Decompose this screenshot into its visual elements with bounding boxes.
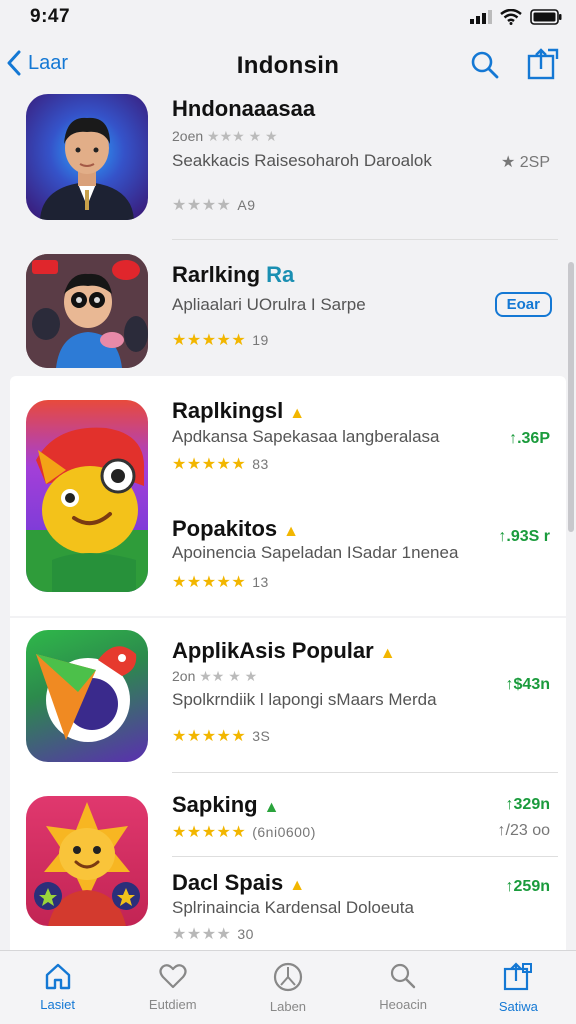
app-title-text: Dacl Spais (172, 870, 284, 895)
rating-stars: ★★★★★ (6ni0600) (172, 824, 316, 841)
tab-lasiet[interactable]: Lasiet (8, 951, 108, 1024)
list-item[interactable]: Hndonaaasaa 2oen ★★★ ★ ★ Seakkacis Raise… (10, 84, 566, 240)
rating-count: 13 (252, 574, 269, 590)
app-price[interactable]: ↑.93S r (498, 528, 550, 546)
app-icon (26, 254, 148, 368)
app-title-text: ApplikAsis Popular (172, 638, 374, 663)
share-icon (527, 48, 559, 80)
wifi-icon (500, 9, 522, 25)
app-price[interactable]: ↑329n (506, 796, 550, 814)
get-button[interactable]: Eoar (494, 292, 552, 317)
app-price[interactable]: ↑$43n (506, 676, 550, 694)
heart-icon (159, 964, 187, 989)
rating-stars: ★★★★★ 3S (172, 728, 271, 745)
status-time: 9:47 (30, 6, 71, 27)
rating-stars: ★★★★★ 13 (172, 574, 269, 591)
app-title: Raplkingsl ▲ (172, 398, 305, 424)
share-icon (504, 962, 533, 991)
row-divider (172, 772, 558, 773)
tab-satiwa[interactable]: Satiwa (468, 951, 568, 1024)
app-price[interactable]: ↑259n (506, 878, 550, 896)
app-meta-text: 2on (172, 668, 196, 684)
crown-icon: ▲ (379, 645, 396, 662)
tree-icon: ▲ (263, 799, 280, 816)
app-title-text: Sapking (172, 792, 258, 817)
signal-icon (470, 10, 492, 24)
app-icon (26, 630, 148, 762)
search-icon (471, 51, 499, 79)
app-title: Rarlking Ra (172, 262, 294, 288)
person-icon (40, 117, 134, 220)
app-icon (26, 94, 148, 220)
list-item[interactable]: Sapking ▲ ★★★★★ (6ni0600) ↑329n ↑/23 oo (10, 776, 566, 856)
list-item[interactable]: Rarlking Ra Apliaalari UOrulra I Sarpe ★… (10, 240, 566, 376)
tab-bar: Lasiet Eutdiem Laben Heoacin Satiwa (0, 950, 576, 1024)
app-subtitle: Apoinencia Sapeladan ISadar 1nenea (172, 543, 459, 562)
rating-count: 83 (252, 456, 269, 472)
app-price[interactable]: ★ 2SP (501, 152, 550, 172)
rating-count: 3S (252, 728, 271, 744)
app-subtitle: Apdkansa Sapekasaa langberalasa (172, 427, 440, 446)
app-title: Hndonaaasaa (172, 96, 316, 121)
scroll-indicator[interactable] (568, 262, 574, 532)
tab-label: Laben (269, 999, 307, 1014)
tab-label: Eutdiem (148, 997, 197, 1012)
rating-stars: ★★★★ 30 (172, 926, 254, 943)
app-meta: 2oen ★★★ ★ ★ (172, 128, 278, 144)
app-title: Dacl Spais ▲ (172, 870, 305, 896)
nav-share-button[interactable] (526, 47, 560, 86)
list-item[interactable]: Dacl Spais ▲ Splrinaincia Kardensal Doloe… (10, 858, 566, 948)
row-divider (172, 856, 558, 857)
crown-icon: ▲ (289, 405, 306, 422)
app-subtitle: Spolkrndiik l lapongi sMaars Merda (172, 690, 437, 709)
nav-search-button[interactable] (470, 50, 500, 85)
rating-stars: ★★★★ A9 (172, 197, 256, 214)
app-title: Popakitos ▲ (172, 516, 299, 542)
rating-stars: ★★★★★ 19 (172, 332, 269, 349)
tab-label: Heoacin (379, 997, 427, 1012)
rating-stars: ★★★★★ 83 (172, 456, 269, 473)
list-item[interactable]: Popakitos ▲ Apoinencia Sapeladan ISadar 1… (10, 496, 566, 616)
search-icon (391, 963, 416, 989)
chat-bubble-icon (36, 646, 137, 742)
app-price-secondary: ↑/23 oo (497, 822, 550, 839)
app-subtitle: Apliaalari UOrulra I Sarpe (172, 295, 366, 314)
crown-icon: ▲ (283, 523, 299, 540)
compass-icon (273, 962, 303, 992)
app-price[interactable]: ↑.36P (509, 430, 550, 448)
app-title: ApplikAsis Popular ▲ (172, 638, 396, 664)
app-title-text: Raplkingsl (172, 398, 284, 423)
app-title-text: Rarlking (172, 262, 261, 287)
status-bar: 9:47 (0, 0, 576, 34)
app-subtitle: Seakkacis Raisesoharoh Daroalok (172, 151, 432, 170)
rating-count: A9 (237, 197, 256, 213)
home-icon (45, 963, 70, 990)
tab-eutdiem[interactable]: Eutdiem (123, 951, 223, 1024)
status-icons (470, 9, 562, 25)
app-subtitle: Splrinaincia Kardensal Doloeuta (172, 898, 414, 917)
tab-laben[interactable]: Laben (238, 951, 338, 1024)
list-item[interactable]: ApplikAsis Popular ▲ 2on ★★ ★ ★ Spolkrndi… (10, 618, 566, 772)
app-meta-text: 2oen (172, 128, 204, 144)
app-title: Sapking ▲ (172, 792, 279, 818)
tab-label: Satiwa (498, 999, 538, 1014)
app-meta: 2on ★★ ★ ★ (172, 668, 258, 684)
rating-count: 19 (252, 332, 269, 348)
app-title-text: Popakitos (172, 516, 278, 541)
tab-heoacin[interactable]: Heoacin (353, 951, 453, 1024)
kid-icon (26, 254, 148, 368)
rating-count: 30 (237, 926, 254, 942)
battery-icon (530, 9, 562, 25)
rating-count: (6ni0600) (252, 824, 316, 840)
crown-icon: ▲ (289, 877, 306, 894)
app-title-tag: Ra (266, 262, 295, 287)
tab-label: Lasiet (40, 997, 75, 1012)
